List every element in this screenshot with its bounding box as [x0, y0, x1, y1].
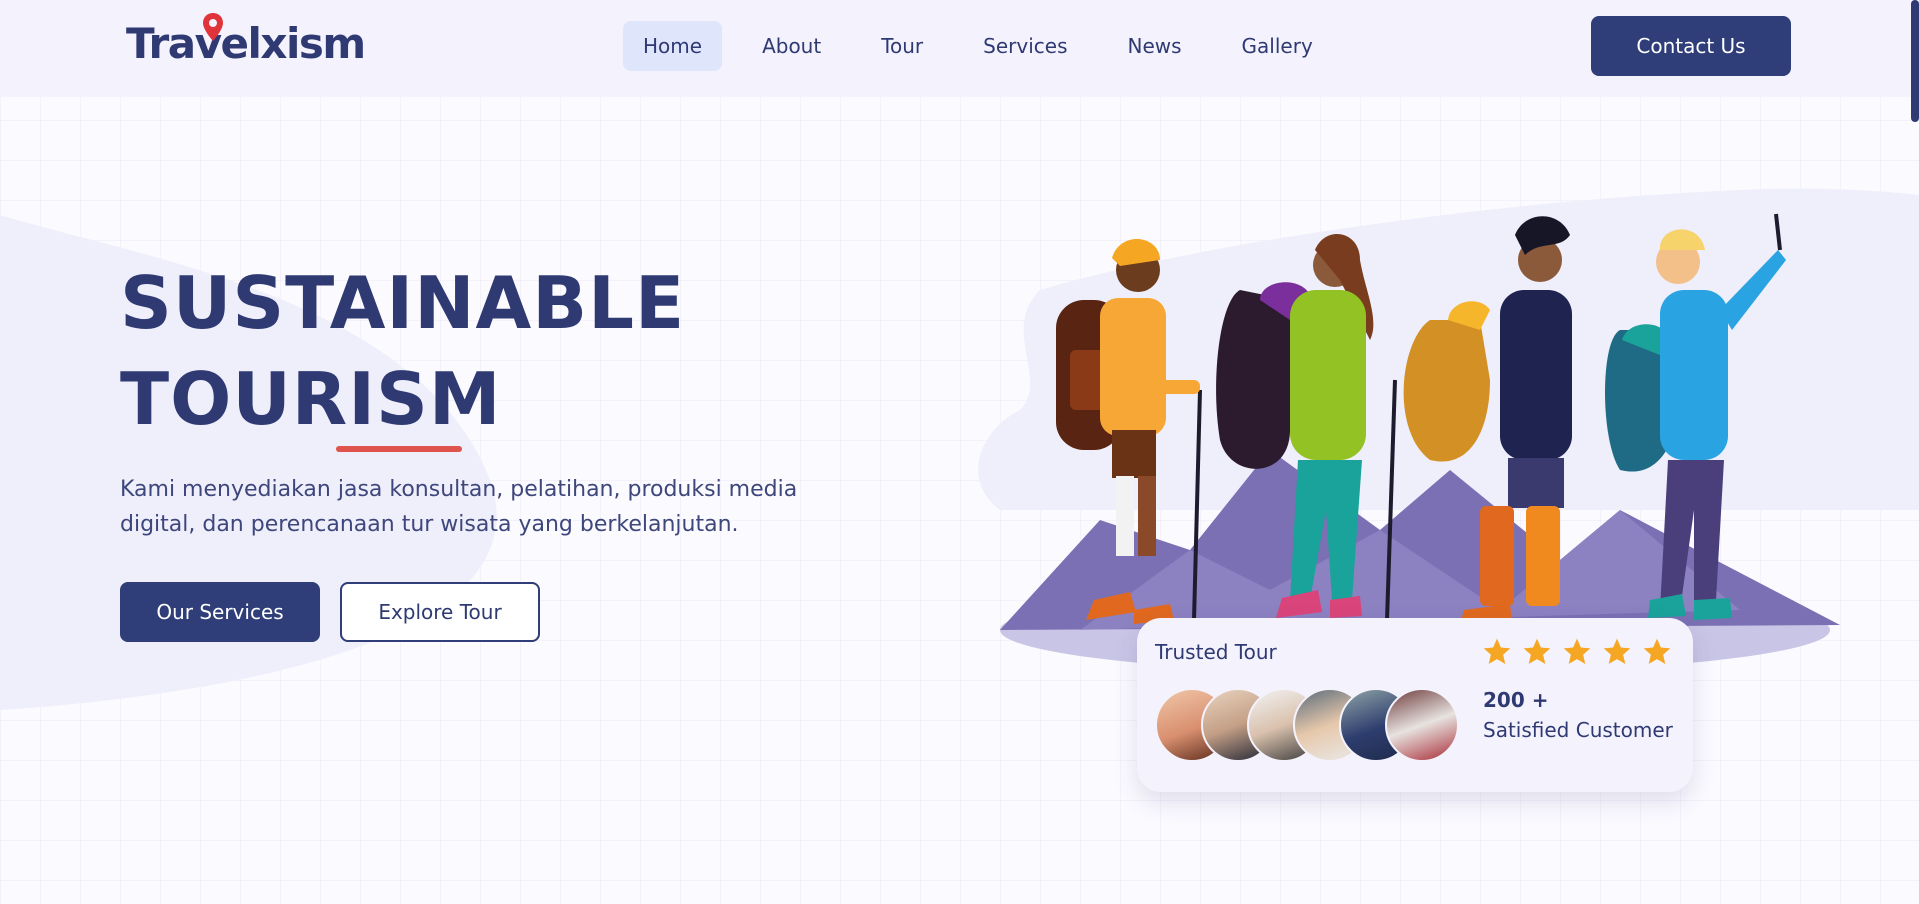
- hero-title: SUSTAINABLE TOURISM: [120, 255, 685, 447]
- star-icon: [1643, 638, 1671, 664]
- nav-item-home[interactable]: Home: [623, 21, 723, 71]
- our-services-button[interactable]: Our Services: [120, 582, 320, 642]
- rating-stars: [1481, 636, 1681, 668]
- customer-count-label: Satisfied Customer: [1483, 718, 1673, 742]
- logo[interactable]: Travelxism: [126, 10, 366, 70]
- nav-item-gallery[interactable]: Gallery: [1222, 21, 1333, 71]
- star-icon: [1523, 638, 1551, 664]
- star-icon: [1563, 638, 1591, 664]
- main-nav: Home About Tour Services News Gallery: [623, 21, 1353, 71]
- site-header: Travelxism Home About Tour Services News…: [0, 0, 1919, 97]
- title-underline: [336, 446, 462, 452]
- star-icon: [1603, 638, 1631, 664]
- scrollbar[interactable]: [1911, 0, 1919, 122]
- nav-item-tour[interactable]: Tour: [861, 21, 943, 71]
- trusted-tour-card: Trusted Tour 200 + Satisfied Customer: [1137, 618, 1693, 792]
- customer-count: 200 +: [1483, 688, 1549, 712]
- nav-item-news[interactable]: News: [1108, 21, 1202, 71]
- customer-avatars: [1155, 688, 1459, 762]
- hero-description: Kami menyediakan jasa konsultan, pelatih…: [120, 477, 798, 537]
- nav-item-about[interactable]: About: [742, 21, 841, 71]
- hero-title-line2: TOURISM: [120, 357, 502, 441]
- logo-text: Travelxism: [126, 19, 366, 68]
- hero-title-line1: SUSTAINABLE: [120, 261, 686, 345]
- location-pin-icon: [203, 13, 223, 41]
- hikers-illustration: [978, 188, 1919, 674]
- explore-tour-button[interactable]: Explore Tour: [340, 582, 540, 642]
- nav-item-services[interactable]: Services: [963, 21, 1087, 71]
- trusted-tour-label: Trusted Tour: [1155, 640, 1277, 664]
- avatar: [1385, 688, 1459, 762]
- star-icon: [1483, 638, 1511, 664]
- contact-us-button[interactable]: Contact Us: [1591, 16, 1791, 76]
